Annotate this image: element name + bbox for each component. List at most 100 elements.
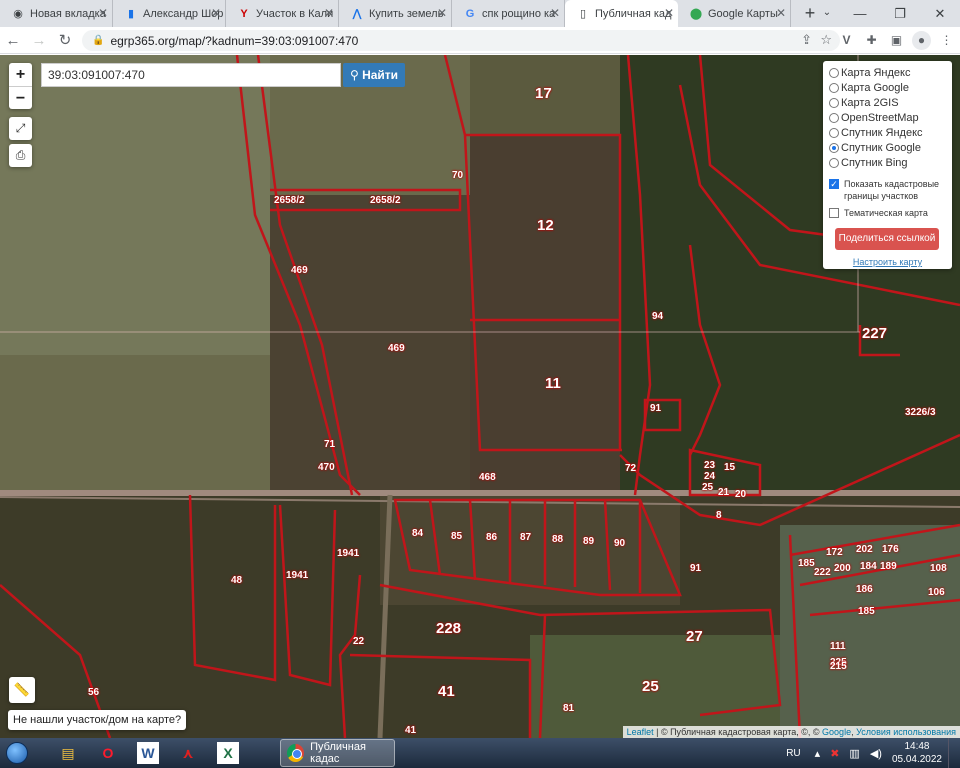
puzzle-icon[interactable]: ✚ [862, 31, 881, 50]
taskbar-chrome-window[interactable]: Публичная кадас [280, 739, 395, 767]
find-button[interactable]: ⚲ Найти [343, 63, 405, 87]
configure-map-link[interactable]: Настроить карту [829, 257, 946, 267]
parcel-label: 23 [704, 460, 716, 471]
layer-option[interactable]: Спутник Google [829, 140, 946, 155]
radio-button-selected[interactable] [829, 142, 839, 153]
url-text[interactable]: egrp365.org/map/?kadnum=39:03:091007:470 [110, 34, 358, 48]
parcel-label: 41 [438, 683, 455, 700]
parcel-label: 87 [520, 532, 532, 543]
radio-button[interactable] [829, 157, 839, 168]
layer-option[interactable]: Спутник Bing [829, 155, 946, 170]
browser-tab[interactable]: ⋀ Купить земель ✕ [339, 0, 452, 27]
close-tab-icon[interactable]: ✕ [324, 6, 334, 20]
tab-search-icon[interactable]: ⌄ [818, 4, 836, 22]
parcel-label: 189 [880, 561, 897, 572]
explorer-icon[interactable]: ▤ [48, 739, 88, 767]
terms-link[interactable]: Условия использования [856, 727, 956, 737]
language-indicator[interactable]: RU [786, 748, 800, 759]
parcel-label: 1941 [286, 570, 309, 581]
cadastral-search-input[interactable]: 39:03:091007:470 [41, 63, 341, 87]
layer-option[interactable]: Карта Google [829, 80, 946, 95]
close-tab-icon[interactable]: ✕ [664, 6, 674, 20]
checkbox[interactable] [829, 208, 839, 218]
reload-icon[interactable]: ↻ [52, 31, 78, 49]
parcel-label: 470 [318, 462, 335, 473]
parcel-label: 17 [535, 85, 552, 102]
parcel-label: 202 [856, 544, 873, 555]
radio-button[interactable] [829, 112, 839, 123]
browser-tab[interactable]: ⬤ Google Карты ✕ [678, 0, 791, 27]
clock[interactable]: 14:48 05.04.2022 [892, 740, 942, 766]
close-tab-icon[interactable]: ✕ [211, 6, 221, 20]
close-tab-icon[interactable]: ✕ [550, 6, 560, 20]
print-icon[interactable]: ⎙ [9, 144, 32, 167]
excel-icon[interactable]: X [217, 742, 239, 764]
tray-arrow-icon[interactable]: ▴ [815, 747, 821, 760]
volume-icon[interactable]: ◀) [870, 747, 882, 760]
close-tab-icon[interactable]: ✕ [437, 6, 447, 20]
cadastral-borders-toggle[interactable]: ✓ Показать кадастровые границы участков [829, 178, 946, 202]
bookmark-star-icon[interactable]: ☆ [820, 32, 832, 48]
document-icon: ▯ [579, 8, 587, 20]
parcel-label: 185 [798, 558, 815, 569]
share-link-button[interactable]: Поделиться ссылкой [835, 228, 939, 250]
lock-icon[interactable]: 🔒 [92, 35, 104, 46]
zoom-out-button[interactable]: − [9, 86, 32, 109]
layer-option[interactable]: OpenStreetMap [829, 110, 946, 125]
extension-v-icon[interactable]: V [837, 31, 856, 50]
maps-pin-icon: ⬤ [689, 8, 703, 20]
layer-option[interactable]: Карта Яндекс [829, 65, 946, 80]
system-tray: RU ▴ ✖ ▥ ◀) 14:48 05.04.2022 [786, 738, 960, 768]
not-found-link[interactable]: Не нашли участок/дом на карте? [8, 710, 187, 730]
share-icon[interactable]: ⇪ [801, 32, 812, 48]
thematic-map-toggle[interactable]: Тематическая карта [829, 207, 946, 219]
close-window-icon[interactable]: ✕ [920, 0, 960, 27]
parcel-label: 469 [291, 265, 308, 276]
back-icon[interactable]: ← [0, 32, 26, 49]
network-icon[interactable]: ▥ [849, 747, 859, 760]
forward-icon[interactable]: → [26, 32, 52, 49]
radio-button[interactable] [829, 97, 839, 108]
close-tab-icon[interactable]: ✕ [98, 6, 108, 20]
fullscreen-icon[interactable]: ⤢ [9, 117, 32, 140]
leaflet-link[interactable]: Leaflet [627, 727, 654, 737]
radio-button[interactable] [829, 67, 839, 78]
y-icon: Y [240, 8, 248, 20]
sidebar-icon[interactable]: ▣ [887, 31, 906, 50]
browser-tab[interactable]: Y Участок в Кали ✕ [226, 0, 339, 27]
layer-option[interactable]: Карта 2GIS [829, 95, 946, 110]
restore-icon[interactable]: ❐ [880, 0, 920, 27]
parcel-label: 176 [882, 544, 899, 555]
antivirus-icon[interactable]: ✖ [830, 747, 839, 760]
map-view[interactable]: 17 12 94 11 91 72 469 469 71 470 2658/2 … [0, 55, 960, 738]
menu-icon[interactable]: ⋮ [937, 31, 956, 50]
google-icon: G [465, 8, 475, 20]
opera-icon[interactable]: O [88, 739, 128, 767]
window-controls: — ❐ ✕ [840, 0, 960, 27]
zoom-in-button[interactable]: + [9, 63, 32, 86]
minimize-icon[interactable]: — [840, 0, 880, 27]
parcel-label: 84 [412, 528, 424, 539]
browser-tab[interactable]: ▮ Александр Шор ✕ [113, 0, 226, 27]
browser-tab-active[interactable]: ▯ Публичная кад ✕ [565, 0, 678, 27]
address-bar[interactable]: 🔒 egrp365.org/map/?kadnum=39:03:091007:4… [82, 30, 840, 51]
parcel-label: 15 [724, 462, 736, 473]
browser-tab[interactable]: ◉ Новая вкладка ✕ [0, 0, 113, 27]
layer-option[interactable]: Спутник Яндекс [829, 125, 946, 140]
ruler-icon[interactable]: 📏 [9, 677, 35, 703]
radio-button[interactable] [829, 127, 839, 138]
profile-avatar[interactable]: ● [912, 31, 931, 50]
word-icon[interactable]: W [137, 742, 159, 764]
checkbox-checked[interactable]: ✓ [829, 179, 839, 189]
parcel-label: 186 [856, 584, 873, 595]
browser-tab[interactable]: Gспк рощино ка ✕ [452, 0, 565, 27]
show-desktop-button[interactable] [948, 738, 960, 768]
pdf-icon[interactable]: ⋏ [168, 739, 208, 767]
parcel-label: 90 [614, 538, 626, 549]
parcel-label: 48 [231, 575, 243, 586]
extensions-area: V ✚ ▣ ● ⋮ [837, 31, 956, 50]
start-button[interactable] [0, 739, 34, 767]
chrome-icon: ◉ [13, 8, 23, 20]
radio-button[interactable] [829, 82, 839, 93]
close-tab-icon[interactable]: ✕ [776, 6, 786, 20]
